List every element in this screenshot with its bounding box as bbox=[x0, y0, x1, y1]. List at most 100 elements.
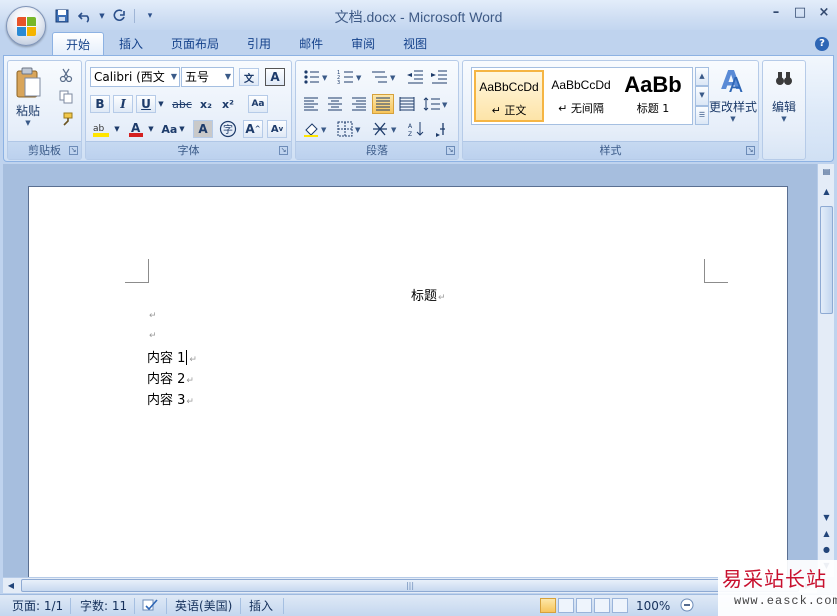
tab-references[interactable]: 引用 bbox=[234, 32, 284, 56]
superscript-button[interactable]: x² bbox=[218, 94, 238, 114]
subscript-button[interactable]: x₂ bbox=[196, 94, 216, 114]
paste-button[interactable]: 粘贴 ▼ bbox=[12, 65, 44, 137]
minimize-button[interactable]: – bbox=[769, 5, 783, 21]
clear-formatting-icon[interactable]: Aa bbox=[246, 94, 270, 114]
chinese-layout-icon[interactable]: ▼ bbox=[370, 119, 404, 139]
style-heading-1[interactable]: AaBb 标题 1 bbox=[618, 70, 688, 122]
vertical-scrollbar[interactable]: ▤ ▲ ▼ ▲ ● ▼ bbox=[817, 164, 834, 577]
bullets-icon[interactable]: ▼ bbox=[300, 67, 332, 87]
gallery-down-icon[interactable]: ▼ bbox=[695, 86, 709, 106]
bold-button[interactable]: B bbox=[90, 94, 110, 114]
italic-button[interactable]: I bbox=[113, 94, 133, 114]
font-size-combo[interactable]: 五号 ▼ bbox=[181, 67, 234, 87]
page-count[interactable]: 页面: 1/1 bbox=[12, 598, 63, 614]
sort-icon[interactable]: AZ bbox=[406, 119, 428, 139]
highlight-color-icon[interactable]: ab bbox=[90, 119, 112, 139]
web-layout-view-icon[interactable] bbox=[576, 598, 592, 613]
proofing-icon[interactable] bbox=[142, 598, 158, 614]
strikethrough-button[interactable]: abc bbox=[170, 94, 194, 114]
font-color-dropdown-icon[interactable]: ▼ bbox=[146, 119, 156, 139]
change-case-label: Aa bbox=[161, 122, 178, 136]
change-case-button[interactable]: Aa ▼ bbox=[159, 119, 187, 139]
highlight-dropdown-icon[interactable]: ▼ bbox=[112, 119, 122, 139]
vertical-scroll-thumb[interactable] bbox=[820, 206, 833, 314]
editing-button[interactable]: 编辑 ▼ bbox=[765, 65, 803, 153]
paragraph-launcher-icon[interactable]: ↘ bbox=[446, 146, 455, 155]
office-button[interactable] bbox=[6, 6, 46, 46]
font-group-label: 字体 bbox=[86, 141, 291, 159]
ruler-toggle-icon[interactable]: ▤ bbox=[819, 164, 834, 179]
align-left-icon[interactable] bbox=[300, 94, 322, 114]
cut-icon[interactable] bbox=[56, 65, 76, 85]
increase-indent-icon[interactable] bbox=[428, 67, 450, 87]
align-center-icon[interactable] bbox=[324, 94, 346, 114]
character-border-icon[interactable]: A bbox=[264, 67, 286, 87]
zoom-level[interactable]: 100% bbox=[636, 598, 670, 614]
horizontal-scroll-thumb[interactable]: ||| bbox=[21, 579, 799, 592]
horizontal-scrollbar[interactable]: ◀ ||| ▶ bbox=[3, 577, 817, 593]
phonetic-guide-icon[interactable]: 文 bbox=[238, 67, 260, 87]
shrink-font-icon[interactable]: Av bbox=[266, 119, 288, 139]
paragraph-mark: ↵ bbox=[149, 331, 157, 341]
copy-icon[interactable] bbox=[56, 87, 76, 107]
scroll-up-icon[interactable]: ▲ bbox=[819, 184, 834, 199]
svg-text:3: 3 bbox=[337, 80, 340, 85]
tab-review[interactable]: 审阅 bbox=[338, 32, 388, 56]
maximize-button[interactable]: □ bbox=[793, 5, 807, 21]
style-no-spacing-name: ↵ 无间隔 bbox=[558, 102, 604, 115]
format-painter-icon[interactable] bbox=[56, 109, 76, 129]
help-icon[interactable]: ? bbox=[815, 37, 829, 51]
character-shading-icon[interactable]: A bbox=[192, 119, 214, 139]
show-marks-icon[interactable] bbox=[430, 119, 452, 139]
close-button[interactable]: × bbox=[817, 5, 831, 21]
font-name-combo[interactable]: Calibri (西文 ▼ bbox=[90, 67, 180, 87]
svg-text:▼: ▼ bbox=[322, 74, 328, 82]
underline-button[interactable]: U bbox=[136, 94, 156, 114]
change-styles-icon: A A bbox=[721, 66, 743, 97]
tab-insert[interactable]: 插入 bbox=[106, 32, 156, 56]
borders-icon[interactable]: ▼ bbox=[334, 119, 366, 139]
gallery-more-icon[interactable]: ☰ bbox=[695, 105, 709, 125]
tab-page-layout[interactable]: 页面布局 bbox=[158, 32, 232, 56]
shading-icon[interactable]: ▼ bbox=[300, 119, 332, 139]
grow-font-icon[interactable]: A ^ bbox=[242, 119, 264, 139]
enclose-characters-icon[interactable]: 字 bbox=[217, 119, 239, 139]
numbering-icon[interactable]: 1 2 3 ▼ bbox=[334, 67, 366, 87]
distributed-icon[interactable] bbox=[396, 94, 418, 114]
font-name-dropdown-icon[interactable]: ▼ bbox=[171, 68, 177, 86]
styles-launcher-icon[interactable]: ↘ bbox=[746, 146, 755, 155]
font-size-dropdown-icon[interactable]: ▼ bbox=[225, 68, 231, 86]
underline-dropdown-icon[interactable]: ▼ bbox=[156, 94, 166, 114]
word-count[interactable]: 字数: 11 bbox=[80, 598, 127, 614]
style-no-spacing[interactable]: AaBbCcDd ↵ 无间隔 bbox=[546, 70, 616, 122]
tab-mailings[interactable]: 邮件 bbox=[286, 32, 336, 56]
select-browse-object-icon[interactable]: ● bbox=[819, 542, 834, 557]
paste-dropdown-icon[interactable]: ▼ bbox=[12, 119, 44, 127]
multilevel-list-icon[interactable]: ▼ bbox=[368, 67, 400, 87]
previous-page-icon[interactable]: ▲ bbox=[819, 526, 834, 541]
font-color-icon[interactable]: A bbox=[126, 119, 146, 139]
scroll-left-icon[interactable]: ◀ bbox=[3, 578, 19, 593]
zoom-out-icon[interactable] bbox=[680, 598, 694, 614]
full-screen-reading-view-icon[interactable] bbox=[558, 598, 574, 613]
style-normal[interactable]: AaBbCcDd ↵ 正文 bbox=[474, 70, 544, 122]
outline-view-icon[interactable] bbox=[594, 598, 610, 613]
paragraph-mark: ↵ bbox=[189, 355, 197, 365]
tab-home[interactable]: 开始 bbox=[52, 32, 105, 56]
print-layout-view-icon[interactable] bbox=[540, 598, 556, 613]
draft-view-icon[interactable] bbox=[612, 598, 628, 613]
scroll-down-icon[interactable]: ▼ bbox=[819, 510, 834, 525]
decrease-indent-icon[interactable] bbox=[404, 67, 426, 87]
document-page[interactable]: 标题↵ ↵ ↵ 内容 1 ↵ 内容 2↵ 内容 3↵ bbox=[28, 186, 788, 577]
gallery-up-icon[interactable]: ▲ bbox=[695, 67, 709, 87]
align-right-icon[interactable] bbox=[348, 94, 370, 114]
language[interactable]: 英语(美国) bbox=[175, 598, 232, 614]
clipboard-launcher-icon[interactable]: ↘ bbox=[69, 146, 78, 155]
font-launcher-icon[interactable]: ↘ bbox=[279, 146, 288, 155]
change-styles-button[interactable]: A A 更改样式 ▼ bbox=[709, 65, 757, 137]
insert-mode[interactable]: 插入 bbox=[249, 598, 273, 614]
tab-view[interactable]: 视图 bbox=[390, 32, 440, 56]
justify-icon[interactable] bbox=[372, 94, 394, 114]
line-spacing-icon[interactable]: ▼ bbox=[420, 94, 452, 114]
paragraph-mark: ↵ bbox=[438, 293, 446, 303]
